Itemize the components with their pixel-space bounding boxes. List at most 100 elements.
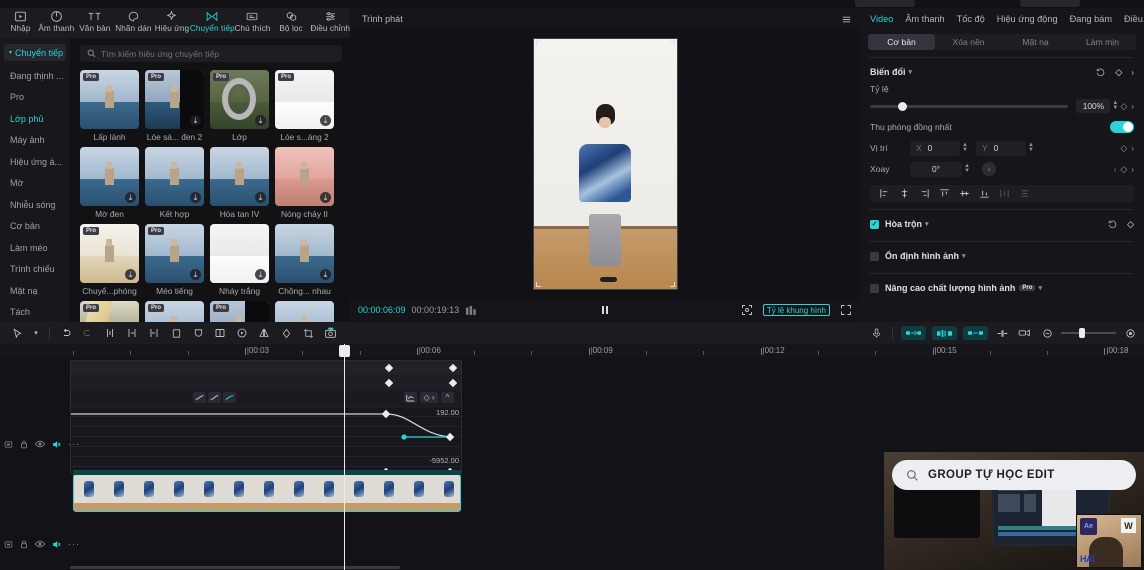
mask-icon[interactable] [187, 322, 209, 344]
timeline-clip-1[interactable] [73, 474, 461, 512]
transition-thumbnail[interactable]: Pro ⤓ [80, 224, 139, 283]
rotate-field[interactable]: 0° [910, 161, 962, 177]
download-icon[interactable]: ⤓ [255, 115, 266, 126]
download-icon[interactable]: ⤓ [190, 269, 201, 280]
transition-thumbnail[interactable]: Pro ⤓ [275, 70, 334, 129]
download-icon[interactable]: ⤓ [125, 269, 136, 280]
transition-item[interactable]: ⤓ Nháy trắng [210, 224, 269, 296]
timeline-scrollbar[interactable] [70, 566, 400, 569]
sidebar-item-split[interactable]: Tách [0, 302, 70, 324]
trim-left-icon[interactable] [121, 322, 143, 344]
download-icon[interactable]: ⤓ [255, 269, 266, 280]
crop-handle-tl[interactable] [535, 41, 541, 46]
chevron-down-icon[interactable]: ▾ [1038, 284, 1042, 292]
align-top-icon[interactable] [934, 185, 954, 202]
transition-thumbnail[interactable]: Pro ⤓ [145, 224, 204, 283]
tab-audio[interactable]: Âm thanh [905, 14, 944, 24]
sidebar-item-mask[interactable]: Mặt nạ [0, 280, 70, 302]
transition-thumbnail[interactable]: Pro ⤓ [145, 70, 204, 129]
timeline-ruler[interactable]: |00:03 |00:06 |00:09 |00:12 |00:15 |00:18 [0, 344, 1144, 358]
position-y-field[interactable]: Y 0 [976, 140, 1026, 156]
crop-handle-bl[interactable] [535, 282, 541, 287]
uniform-scale-toggle[interactable] [1110, 121, 1134, 133]
overlay-search-pill[interactable]: GROUP TỰ HỌC EDIT [892, 460, 1136, 490]
segment-mask[interactable]: Mặt nạ [1002, 34, 1069, 50]
graph-icon[interactable] [404, 392, 417, 403]
quality-icon[interactable] [466, 305, 479, 315]
tab-animation[interactable]: Hiệu ứng động [997, 14, 1058, 24]
blend-checkbox[interactable]: ✓ [870, 219, 879, 229]
sidebar-item-distort[interactable]: Làm méo [0, 237, 70, 259]
curve-ease-in-icon[interactable] [193, 392, 206, 403]
transition-item[interactable]: ⤓ Mờ đen [80, 147, 139, 219]
chevron-down-icon[interactable]: ▾ [962, 252, 966, 260]
sidebar-header-transition[interactable]: ▾ Chuyển tiếp [4, 44, 66, 61]
scale-value[interactable]: 100% [1076, 99, 1111, 113]
zoom-out-icon[interactable] [1039, 322, 1055, 344]
sidebar-item-camera[interactable]: Máy ảnh [0, 130, 70, 152]
chevron-down-icon[interactable]: ▾ [925, 220, 929, 228]
align-center-v-icon[interactable] [954, 185, 974, 202]
reset-icon[interactable] [1108, 219, 1118, 229]
download-icon[interactable]: ⤓ [190, 115, 201, 126]
toolbar-item-filter[interactable]: Bộ lọc [272, 8, 311, 33]
download-icon[interactable]: ⤓ [190, 192, 201, 203]
thumbnail-toggle-icon[interactable] [4, 540, 13, 549]
transition-thumbnail[interactable]: ⤓ [210, 224, 269, 283]
toolbar-item-effects[interactable]: Hiệu ứng [153, 8, 192, 33]
transition-item[interactable]: Pro Lấp lánh [80, 70, 139, 142]
download-icon[interactable]: ⤓ [125, 192, 136, 203]
lock-icon[interactable] [20, 440, 28, 449]
keyframe-row-2[interactable] [71, 376, 461, 390]
transition-thumbnail[interactable]: ⤓ [275, 224, 334, 283]
eye-icon[interactable] [35, 540, 45, 548]
rotate-stepper[interactable]: ▲ ▼ [962, 162, 972, 176]
collapse-icon[interactable]: ^ [441, 392, 454, 403]
transition-item[interactable]: Pro ⤓ Méo tiếng [145, 224, 204, 296]
download-icon[interactable]: ⤓ [255, 192, 266, 203]
playhead-handle[interactable] [339, 345, 350, 357]
tab-speed[interactable]: Tốc độ [957, 14, 985, 24]
align-left-icon[interactable] [874, 185, 894, 202]
position-x-stepper[interactable]: ▲ ▼ [960, 141, 970, 155]
auto-chip-icon[interactable] [932, 326, 957, 340]
tab-adjust[interactable]: Điều... [1124, 14, 1144, 24]
toolbar-item-audio[interactable]: Âm thanh [37, 8, 76, 33]
transition-item[interactable]: ⤓ Nóng chảy II [275, 147, 334, 219]
eye-icon[interactable] [35, 440, 45, 448]
chevron-down-icon[interactable]: ▾ [909, 68, 913, 76]
sidebar-item-basic[interactable]: Cơ bản [0, 216, 70, 238]
position-x-field[interactable]: X 0 [910, 140, 960, 156]
transition-item[interactable]: ⤓ Kết hợp [145, 147, 204, 219]
scale-stepper[interactable]: ▲ ▼ [1110, 99, 1120, 113]
transition-item[interactable]: Pro ⤓ Chuyể...phóng [80, 224, 139, 296]
align-center-h-icon[interactable] [894, 185, 914, 202]
keyframe-diamond-icon[interactable]: ◇ [1127, 219, 1134, 230]
toolbar-item-transition[interactable]: Chuyển tiếp [190, 8, 235, 33]
more-menu-icon[interactable] [841, 14, 852, 25]
transition-thumbnail[interactable]: ⤓ [80, 147, 139, 206]
keyframe-editor[interactable]: ◇ › ^ 192.00 -5952.00 [70, 360, 462, 477]
scale-slider-knob[interactable] [897, 101, 907, 111]
toolbar-item-caption[interactable]: Chú thích [233, 8, 272, 33]
video-preview[interactable] [532, 38, 678, 290]
link-icon[interactable] [1013, 322, 1035, 344]
split-clip-icon[interactable] [991, 322, 1013, 344]
zoom-slider-knob[interactable] [1079, 328, 1085, 338]
microphone-icon[interactable] [865, 322, 887, 344]
more-icon[interactable]: ··· [68, 539, 80, 549]
download-icon[interactable]: ⤓ [320, 192, 331, 203]
transition-item[interactable]: Pro ⤓ Lớp [210, 70, 269, 142]
align-right-icon[interactable] [914, 185, 934, 202]
curve-custom-icon[interactable] [223, 392, 236, 403]
crop-handle-tr[interactable] [669, 41, 675, 46]
download-icon[interactable]: ⤓ [320, 269, 331, 280]
mute-icon[interactable] [52, 440, 61, 449]
mute-icon[interactable] [52, 540, 61, 549]
zoom-slider[interactable] [1061, 328, 1116, 338]
chevron-right-icon[interactable]: › [1131, 68, 1134, 77]
overlay-video-card[interactable]: Ae W HAI GROUP TỰ HỌC EDIT [884, 452, 1144, 570]
keyframe-row-1[interactable] [71, 361, 461, 375]
fit-icon[interactable] [1122, 322, 1138, 344]
enhance-checkbox[interactable] [870, 283, 879, 293]
